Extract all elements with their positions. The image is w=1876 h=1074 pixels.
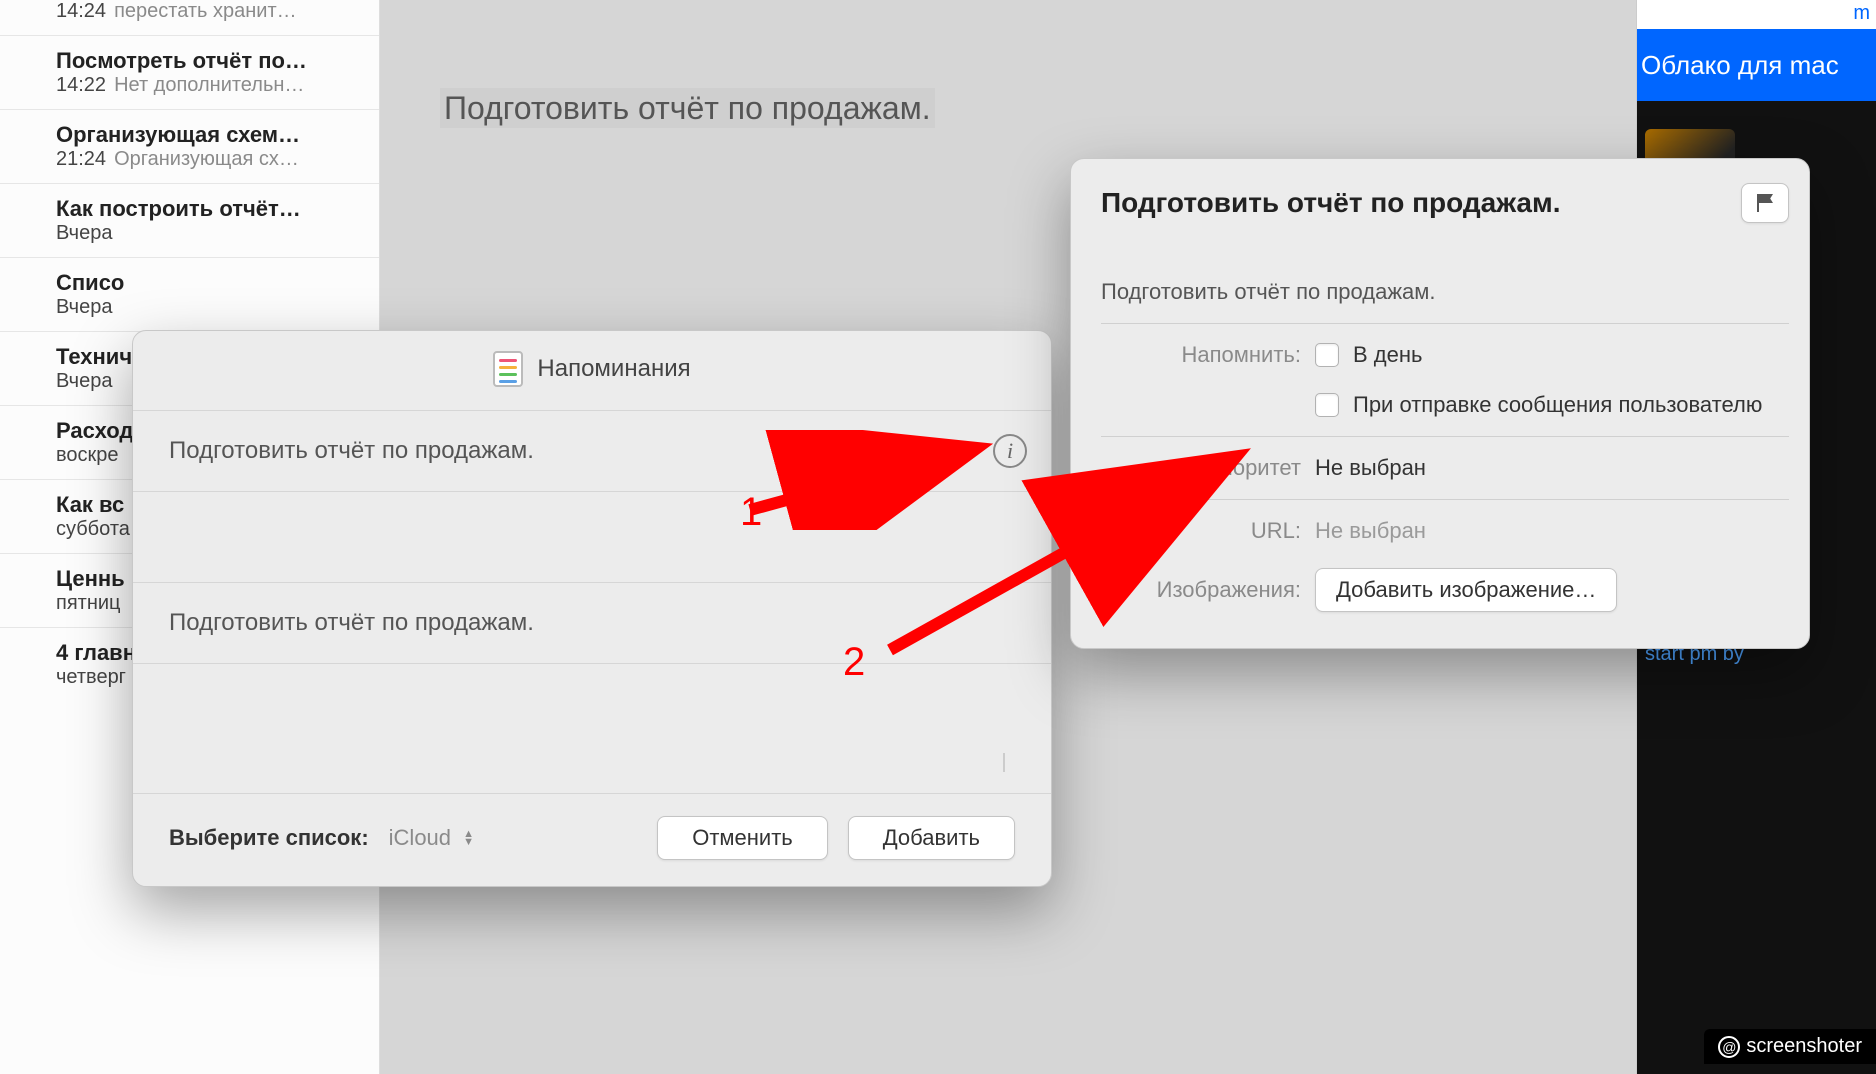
details-title[interactable]: Подготовить отчёт по продажам.	[1101, 187, 1729, 219]
note-date: Вчера	[56, 296, 112, 318]
add-button[interactable]: Добавить	[848, 816, 1015, 860]
add-image-button[interactable]: Добавить изображение…	[1315, 568, 1617, 612]
on-send-label: При отправке сообщения пользователю	[1353, 392, 1762, 418]
note-preview: Нет дополнительн…	[114, 74, 304, 96]
note-item[interactable]: Организующая схем… 21:24 Организующая сх…	[0, 109, 379, 183]
note-date: Вчера	[56, 370, 112, 392]
note-date: четверг	[56, 666, 126, 688]
chevron-updown-icon: ▲▼	[463, 830, 473, 846]
details-notes-field[interactable]: Подготовить отчёт по продажам.	[1101, 279, 1789, 324]
reminders-icon	[493, 351, 523, 387]
dialog-title: Напоминания	[537, 355, 690, 383]
choose-list-value: iCloud	[389, 825, 451, 850]
note-item[interactable]: 14:24 перестать хранит…	[0, 0, 379, 35]
note-date: 14:22	[56, 74, 106, 96]
note-preview: перестать хранит…	[114, 0, 297, 22]
on-day-checkbox[interactable]	[1315, 343, 1339, 367]
screenshoter-badge: @ screenshoter	[1704, 1029, 1876, 1064]
priority-label: приоритет	[1101, 455, 1301, 481]
note-item[interactable]: Как построить отчёт… Вчера	[0, 183, 379, 257]
note-title: Как построить отчёт…	[56, 196, 361, 222]
notes-icon	[1003, 753, 1005, 772]
reminder-row[interactable]: Подготовить отчёт по продажам.	[133, 582, 1051, 664]
note-date: 21:24	[56, 148, 106, 170]
note-date: Вчера	[56, 222, 112, 244]
choose-list-label: Выберите список:	[169, 825, 369, 851]
cancel-button[interactable]: Отменить	[657, 816, 828, 860]
note-title: Списо	[56, 270, 361, 296]
flag-button[interactable]	[1741, 183, 1789, 223]
choose-list-select[interactable]: iCloud ▲▼	[389, 825, 474, 851]
ad-banner-blue[interactable]: Облако для mac	[1637, 29, 1876, 101]
note-item[interactable]: Посмотреть отчёт по… 14:22 Нет дополнител…	[0, 35, 379, 109]
dialog-spacer	[133, 664, 1051, 794]
reminder-text: Подготовить отчёт по продажам.	[169, 437, 534, 465]
url-fragment: m	[1637, 0, 1876, 29]
screenshoter-label: screenshoter	[1746, 1035, 1862, 1057]
note-date: пятниц	[56, 592, 121, 614]
note-heading: Подготовить отчёт по продажам.	[440, 88, 935, 128]
reminders-dialog: Напоминания Подготовить отчёт по продажа…	[132, 330, 1052, 887]
note-date: 14:24	[56, 0, 106, 22]
reminder-details-panel: Подготовить отчёт по продажам. Подготови…	[1070, 158, 1810, 649]
url-field[interactable]: Не выбран	[1315, 518, 1789, 544]
annotation-label-1: 1	[740, 490, 762, 535]
reminder-text: Подготовить отчёт по продажам.	[169, 609, 534, 637]
at-icon: @	[1718, 1036, 1740, 1058]
note-title: Организующая схем…	[56, 122, 361, 148]
dialog-footer: Выберите список: iCloud ▲▼ Отменить Доба…	[133, 794, 1051, 866]
images-label: Изображения:	[1101, 577, 1301, 603]
on-send-checkbox[interactable]	[1315, 393, 1339, 417]
annotation-label-2: 2	[843, 640, 865, 685]
note-preview: Организующая сх…	[114, 148, 299, 170]
reminder-row[interactable]: Подготовить отчёт по продажам. i	[133, 411, 1051, 492]
priority-select[interactable]: Не выбран	[1315, 455, 1789, 481]
note-date: воскре	[56, 444, 119, 466]
info-icon[interactable]: i	[993, 434, 1027, 468]
flag-icon	[1757, 194, 1773, 212]
note-item[interactable]: Списо Вчера	[0, 257, 379, 331]
on-day-label: В день	[1353, 342, 1422, 368]
note-title: Посмотреть отчёт по…	[56, 48, 361, 74]
dialog-header: Напоминания	[133, 331, 1051, 411]
url-label: URL:	[1101, 518, 1301, 544]
note-date: суббота	[56, 518, 130, 540]
remind-label: Напомнить:	[1101, 342, 1301, 368]
